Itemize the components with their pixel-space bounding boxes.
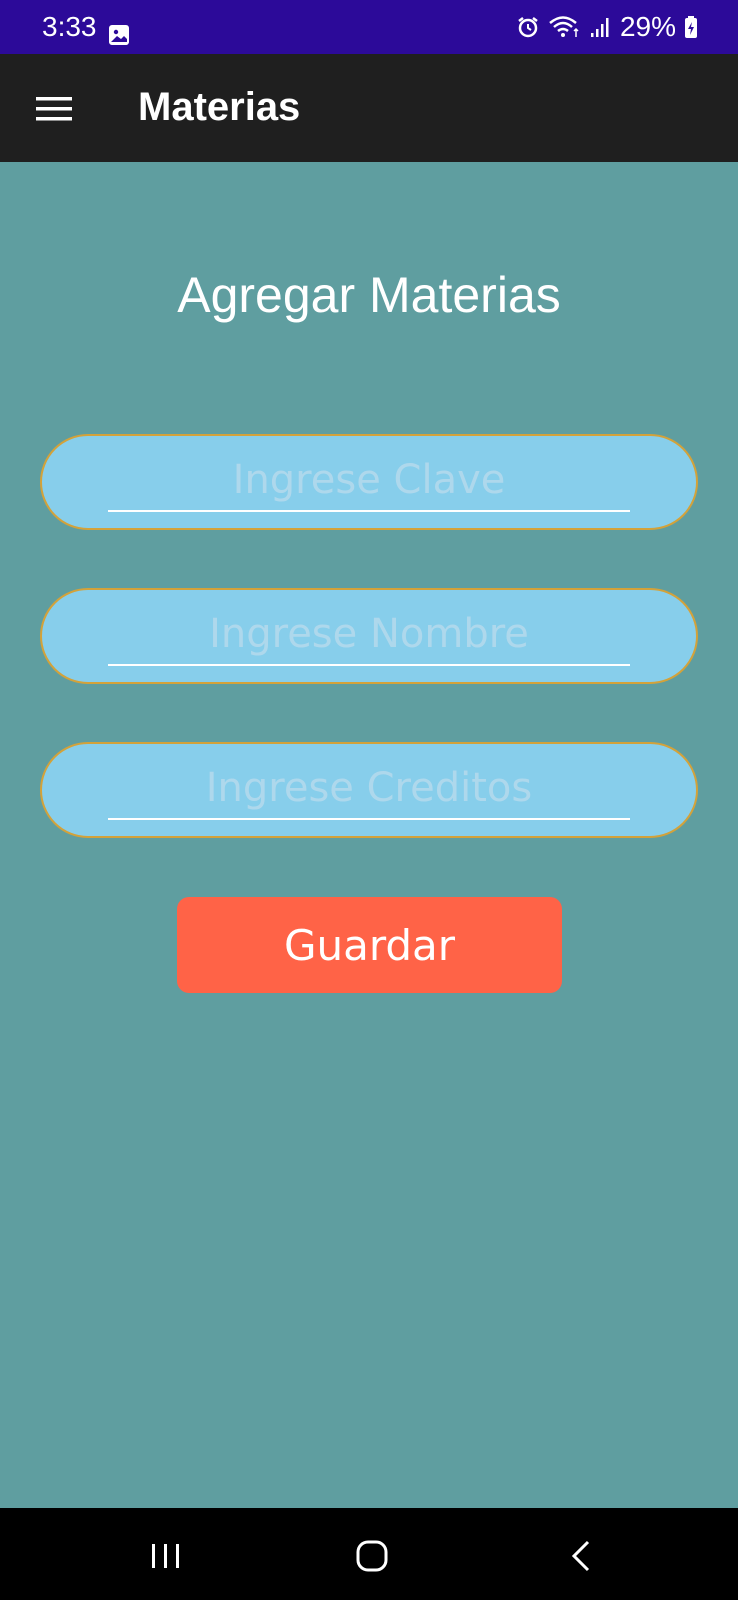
battery-percent: 29%	[619, 11, 676, 42]
alarm-icon	[518, 17, 538, 38]
clave-field-container	[40, 434, 698, 530]
recents-icon[interactable]	[146, 1536, 186, 1576]
status-bar: 3:33 29%	[0, 0, 738, 54]
wifi-icon	[549, 16, 579, 37]
nombre-input[interactable]	[108, 604, 630, 666]
home-icon[interactable]	[352, 1536, 392, 1576]
status-icons: 29%	[516, 12, 698, 42]
signal-icon	[590, 18, 609, 37]
nombre-field-container	[40, 588, 698, 684]
page-heading: Agregar Materias	[177, 267, 561, 323]
menu-icon[interactable]	[34, 94, 74, 124]
app-bar: Materias	[0, 54, 738, 162]
status-time: 3:33	[42, 11, 97, 42]
save-button[interactable]: Guardar	[177, 897, 562, 993]
gallery-icon	[109, 25, 129, 45]
creditos-field-container	[40, 742, 698, 838]
app-title: Materias	[138, 85, 301, 129]
app-screen: 3:33 29% Materias Agregar Materias Ingre…	[0, 0, 738, 1600]
clave-input[interactable]	[108, 450, 630, 512]
battery-icon	[685, 16, 697, 38]
navigation-bar	[0, 1508, 738, 1600]
back-icon[interactable]	[562, 1536, 602, 1576]
creditos-input[interactable]	[108, 758, 630, 820]
